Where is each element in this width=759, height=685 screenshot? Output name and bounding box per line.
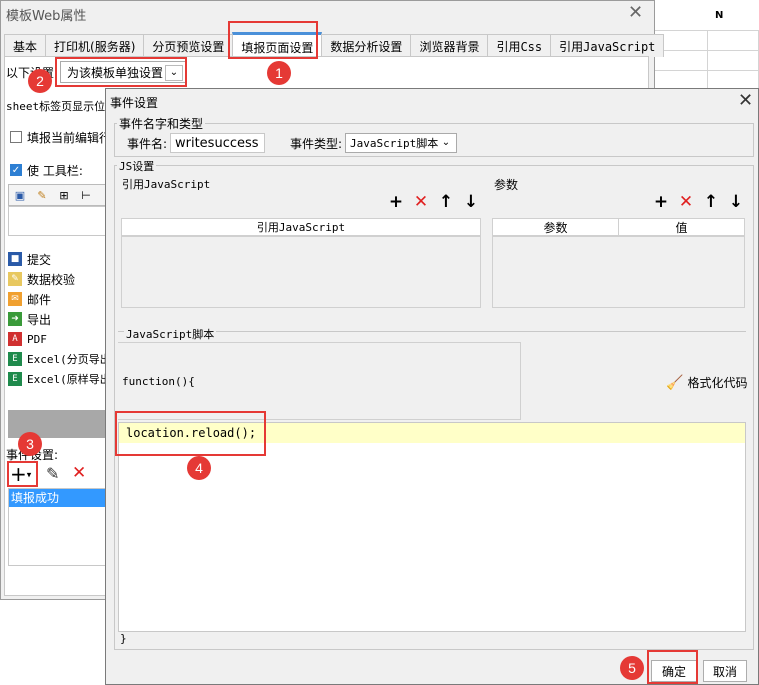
tab-page-preview[interactable]: 分页预览设置 — [143, 34, 234, 57]
use-toolbar-checkbox[interactable]: ✓ — [10, 164, 22, 176]
sheet-label-position: sheet标签页显示位 — [6, 100, 106, 113]
event-name-input[interactable]: writesuccess — [170, 133, 265, 153]
ref-js-column-header: 引用JavaScript — [121, 218, 481, 236]
delete-event-icon[interactable]: ✕ — [72, 463, 86, 483]
annotation-badge: 1 — [267, 61, 291, 85]
pdf-icon: A — [8, 332, 22, 346]
tab-data-analysis[interactable]: 数据分析设置 — [321, 34, 412, 57]
closing-brace: } — [120, 632, 127, 645]
annotation-box-ok — [647, 650, 698, 684]
move-up-ref-js-button[interactable]: ↑ — [436, 192, 456, 212]
delete-param-button[interactable]: ✕ — [676, 192, 696, 212]
tab-bar: 基本 打印机(服务器) 分页预览设置 填报页面设置 数据分析设置 浏览器背景 引… — [4, 32, 665, 60]
param-column-header: 参数 — [492, 218, 619, 236]
annotation-badge: 4 — [187, 456, 211, 480]
list-item-email[interactable]: ✉ 邮件 — [8, 289, 51, 309]
annotation-badge: 3 — [18, 432, 42, 456]
tab-basic[interactable]: 基本 — [4, 34, 47, 57]
event-type-value: JavaScript脚本 — [350, 137, 439, 150]
list-item-label: Excel(原样导出 — [27, 373, 111, 386]
column-header: N — [655, 0, 759, 30]
annotation-box-add — [7, 461, 38, 487]
branch-icon[interactable]: ⊢ — [75, 185, 97, 205]
list-item-pdf[interactable]: A PDF — [8, 329, 47, 349]
annotation-badge: 2 — [28, 69, 52, 93]
annotation-box-select — [55, 57, 187, 87]
event-type-label: 事件类型: — [290, 137, 343, 151]
ref-js-table — [121, 236, 481, 308]
add-ref-js-button[interactable]: + — [386, 192, 406, 212]
ref-js-label: 引用JavaScript — [122, 178, 211, 191]
move-up-param-button[interactable]: ↑ — [701, 192, 721, 212]
script-label: JavaScript脚本 — [124, 326, 217, 342]
excel-icon: E — [8, 372, 22, 386]
format-code-button[interactable]: 🧹 格式化代码 — [666, 374, 747, 391]
mail-icon: ✉ — [8, 292, 22, 306]
list-item-label: 提交 — [27, 252, 52, 267]
event-name-label: 事件名: — [127, 137, 168, 151]
tab-javascript[interactable]: 引用JavaScript — [550, 34, 665, 57]
list-item-label: PDF — [27, 332, 47, 346]
pencil-icon: ✎ — [8, 272, 22, 286]
current-edit-row-checkbox[interactable] — [10, 131, 22, 143]
tab-css[interactable]: 引用Css — [487, 34, 552, 57]
move-down-param-button[interactable]: ↓ — [726, 192, 746, 212]
params-label: 参数 — [494, 178, 519, 192]
function-open: function(){ — [122, 375, 195, 388]
brush-icon: 🧹 — [666, 374, 684, 391]
annotation-box-code — [115, 411, 266, 456]
close-icon[interactable]: ✕ — [738, 90, 753, 111]
edit-event-icon[interactable]: ✎ — [46, 464, 59, 483]
list-item-verify[interactable]: ✎ 数据校验 — [8, 269, 75, 289]
value-column-header: 值 — [618, 218, 745, 236]
event-type-select[interactable]: JavaScript脚本 ⌄ — [345, 133, 457, 153]
list-item-excel-original[interactable]: E Excel(原样导出 — [8, 369, 111, 389]
list-item-label: Excel(分页导出 — [27, 353, 111, 366]
excel-icon: E — [8, 352, 22, 366]
name-type-legend: 事件名字和类型 — [117, 115, 206, 132]
list-item-label: 邮件 — [27, 292, 52, 307]
tab-printer[interactable]: 打印机(服务器) — [45, 34, 145, 57]
format-code-label: 格式化代码 — [687, 376, 748, 390]
list-item-submit[interactable]: ■ 提交 — [8, 249, 51, 269]
web-properties-title: 模板Web属性 — [6, 9, 87, 24]
chevron-down-icon: ⌄ — [441, 137, 451, 148]
js-settings-legend: JS设置 — [117, 158, 157, 174]
tab-browser-bg[interactable]: 浏览器背景 — [410, 34, 489, 57]
tree-icon[interactable]: ⊞ — [53, 185, 75, 205]
toolbar-editor: ▣ ✎ ⊞ ⊢ — [8, 184, 108, 206]
list-item-label: 导出 — [27, 312, 52, 327]
use-toolbar-label: 使 工具栏: — [27, 164, 83, 178]
close-icon[interactable]: ✕ — [628, 2, 643, 23]
annotation-badge: 5 — [620, 656, 644, 680]
export-icon: ➜ — [8, 312, 22, 326]
list-item-label: 数据校验 — [27, 272, 76, 287]
list-item-excel-page[interactable]: E Excel(分页导出 — [8, 349, 111, 369]
add-param-button[interactable]: + — [651, 192, 671, 212]
save-icon: ■ — [8, 252, 22, 266]
event-settings-title: 事件设置 — [110, 96, 159, 110]
toolbar-area — [8, 206, 108, 236]
list-item-export[interactable]: ➜ 导出 — [8, 309, 51, 329]
cancel-button[interactable]: 取消 — [703, 660, 747, 682]
delete-ref-js-button[interactable]: ✕ — [411, 192, 431, 212]
event-list-item[interactable]: 填报成功 — [9, 489, 109, 507]
save-icon[interactable]: ▣ — [9, 185, 31, 205]
event-list: 填报成功 — [8, 488, 109, 566]
pencil-icon[interactable]: ✎ — [31, 185, 53, 205]
param-table — [492, 236, 745, 308]
current-edit-row-label: 填报当前编辑行 — [27, 131, 112, 145]
annotation-box-tab — [228, 21, 318, 59]
move-down-ref-js-button[interactable]: ↓ — [461, 192, 481, 212]
